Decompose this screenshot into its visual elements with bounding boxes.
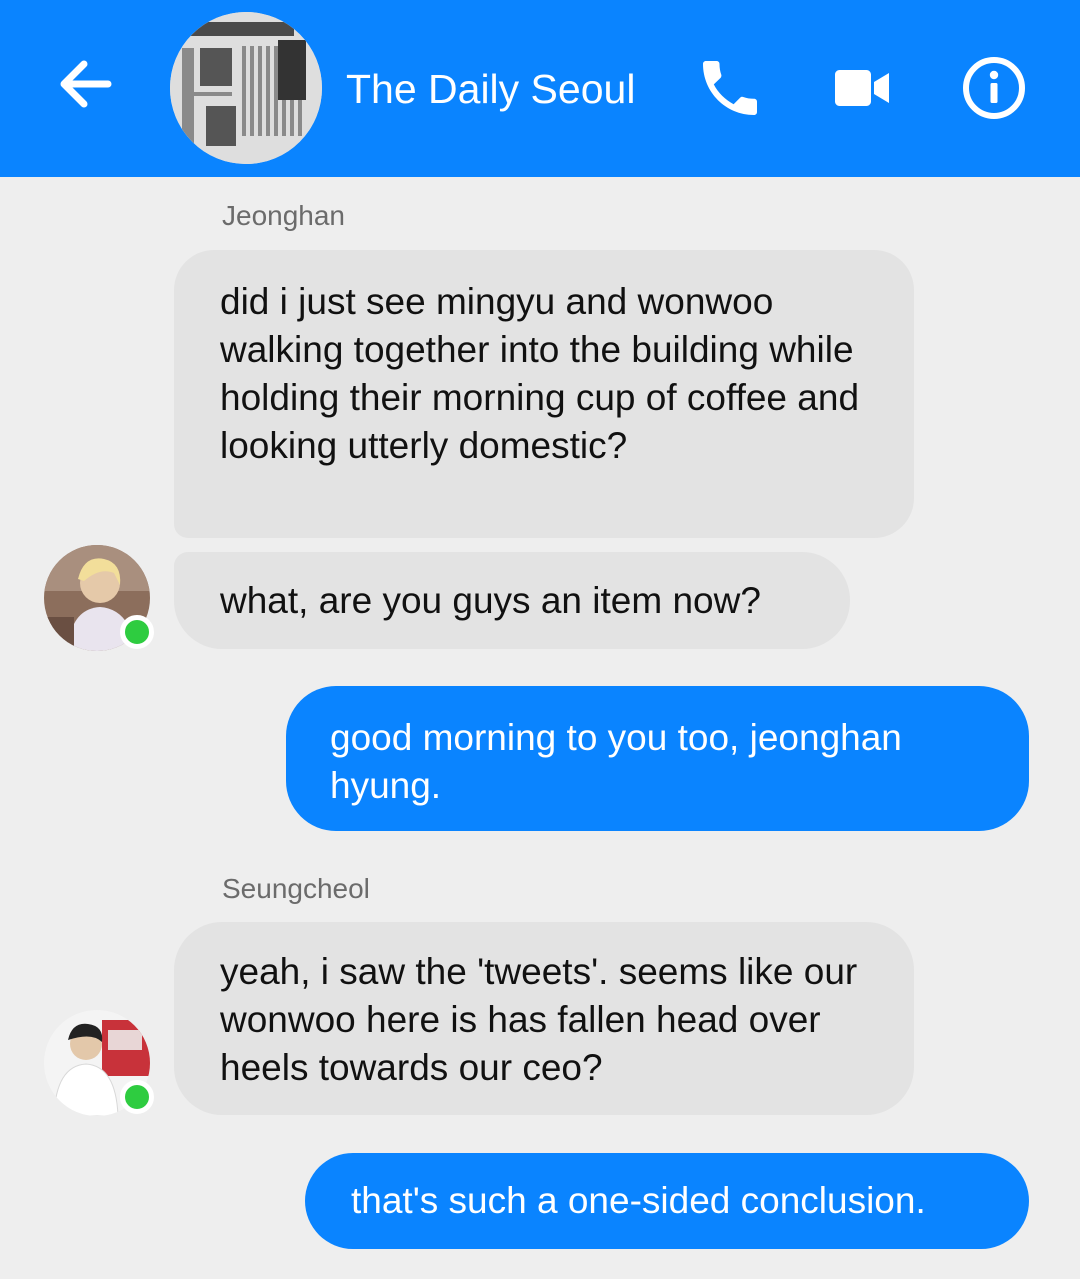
newspaper-thumbnail [170,12,322,164]
message-bubble-outgoing[interactable]: good morning to you too, jeonghan hyung. [286,686,1029,831]
avatar-jeonghan[interactable] [44,545,154,651]
video-call-button[interactable] [826,52,898,124]
message-text: what, are you guys an item now? [220,580,761,621]
video-camera-icon [835,70,889,106]
message-bubble[interactable]: what, are you guys an item now? [174,552,850,649]
message-bubble[interactable]: yeah, i saw the 'tweets'. seems like our… [174,922,914,1115]
info-button[interactable] [958,52,1030,124]
avatar-seungcheol[interactable] [44,1010,154,1116]
sender-name: Jeonghan [222,200,346,231]
message-text: yeah, i saw the 'tweets'. seems like our… [220,951,858,1088]
message-text: good morning to you too, jeonghan hyung. [330,717,902,806]
info-icon [963,57,1025,119]
message-text: that's such a one-sided conclusion. [351,1180,926,1221]
online-status-dot [120,1080,154,1114]
sender-name: Seungcheol [222,873,370,904]
back-button[interactable] [50,48,122,120]
conversation-title: The Daily Seoul [346,66,636,112]
call-button[interactable] [694,52,766,124]
message-bubble[interactable]: did i just see mingyu and wonwoo walking… [174,250,914,538]
online-status-dot [120,615,154,649]
group-avatar[interactable] [170,12,322,164]
message-text: did i just see mingyu and wonwoo walking… [220,281,860,466]
phone-icon [703,61,757,115]
message-bubble-outgoing[interactable]: that's such a one-sided conclusion. [305,1153,1029,1249]
arrow-left-icon [60,60,112,108]
conversation-header: The Daily Seoul [0,0,1080,177]
